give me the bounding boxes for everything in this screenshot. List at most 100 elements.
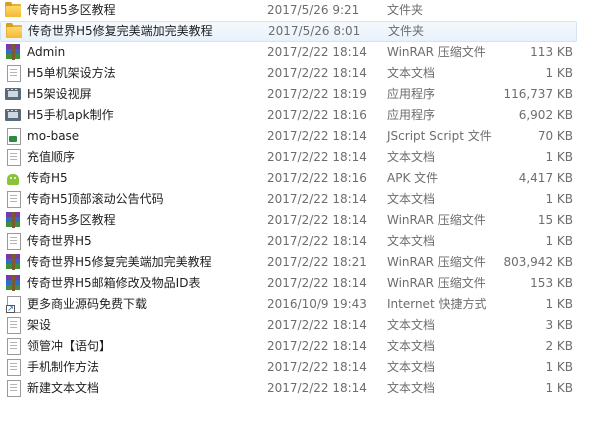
file-size: 1 KB (545, 234, 573, 248)
file-type: Internet 快捷方式 (387, 297, 487, 311)
file-type: WinRAR 压缩文件 (387, 255, 486, 269)
file-date-modified: 2017/2/22 18:14 (267, 129, 367, 143)
file-size: 1 KB (545, 297, 573, 311)
file-name[interactable]: 传奇世界H5邮箱修改及物品ID表 (27, 273, 200, 294)
file-size: 1 KB (545, 360, 573, 374)
file-size: 1 KB (545, 150, 573, 164)
file-row[interactable]: ↗ 更多商业源码免费下载 2016/10/9 19:43 Internet 快捷方式 1… (0, 294, 615, 315)
file-row[interactable]: 传奇H5 2017/2/22 18:16 APK 文件 4,417 KB (0, 168, 615, 189)
file-row[interactable]: 新建文本文档 2017/2/22 18:14 文本文档 1 KB (0, 378, 615, 399)
file-type: WinRAR 压缩文件 (387, 45, 486, 59)
file-name[interactable]: 领管冲【语句】 (27, 336, 111, 357)
file-size: 70 KB (537, 129, 573, 143)
winrar-archive-icon (5, 212, 21, 228)
file-type: 文本文档 (387, 381, 436, 395)
file-type: WinRAR 压缩文件 (387, 276, 486, 290)
file-date-modified: 2017/2/22 18:14 (267, 360, 367, 374)
file-name[interactable]: 更多商业源码免费下载 (27, 294, 147, 315)
text-document-icon (5, 338, 21, 355)
jscript-file-icon (5, 128, 21, 145)
file-date-modified: 2017/2/22 18:14 (267, 150, 367, 164)
file-type: 文件夹 (388, 24, 425, 38)
file-name[interactable]: Admin (27, 42, 65, 63)
file-size: 113 KB (530, 45, 573, 59)
file-row[interactable]: 传奇世界H5修复完美端加完美教程 2017/5/26 8:01 文件夹 (0, 21, 577, 42)
file-type: 文本文档 (387, 66, 436, 80)
file-name[interactable]: H5架设视屏 (27, 84, 92, 105)
text-document-icon (5, 233, 21, 250)
file-row[interactable]: 领管冲【语句】 2017/2/22 18:14 文本文档 2 KB (0, 336, 615, 357)
file-size: 116,737 KB (503, 87, 573, 101)
file-size: 2 KB (545, 339, 573, 353)
file-row[interactable]: 传奇世界H5 2017/2/22 18:14 文本文档 1 KB (0, 231, 615, 252)
internet-shortcut-icon: ↗ (5, 296, 21, 313)
file-type: APK 文件 (387, 171, 439, 185)
file-name[interactable]: 充值顺序 (27, 147, 75, 168)
file-name[interactable]: 手机制作方法 (27, 357, 99, 378)
winrar-archive-icon (5, 254, 21, 270)
file-date-modified: 2017/2/22 18:14 (267, 318, 367, 332)
file-date-modified: 2017/5/26 8:01 (268, 24, 361, 38)
file-name[interactable]: 传奇H5多区教程 (27, 0, 116, 21)
file-row[interactable]: 传奇H5多区教程 2017/5/26 9:21 文件夹 (0, 0, 615, 21)
file-date-modified: 2017/2/22 18:14 (267, 276, 367, 290)
file-name[interactable]: 传奇世界H5 (27, 231, 92, 252)
file-date-modified: 2017/2/22 18:14 (267, 192, 367, 206)
file-row[interactable]: H5架设视屏 2017/2/22 18:19 应用程序 116,737 KB (0, 84, 615, 105)
file-size: 1 KB (545, 192, 573, 206)
file-name[interactable]: mo-base (27, 126, 79, 147)
file-row[interactable]: 手机制作方法 2017/2/22 18:14 文本文档 1 KB (0, 357, 615, 378)
file-date-modified: 2017/2/22 18:14 (267, 45, 367, 59)
file-date-modified: 2017/2/22 18:14 (267, 213, 367, 227)
file-row[interactable]: 传奇世界H5修复完美端加完美教程 2017/2/22 18:21 WinRAR 压缩… (0, 252, 615, 273)
file-type: 文本文档 (387, 192, 436, 206)
file-type: JScript Script 文件 (387, 129, 492, 143)
file-type: 应用程序 (387, 108, 436, 122)
application-icon (5, 86, 21, 102)
text-document-icon (5, 149, 21, 166)
file-type: 文本文档 (387, 360, 436, 374)
file-row[interactable]: 传奇H5多区教程 2017/2/22 18:14 WinRAR 压缩文件 15 KB (0, 210, 615, 231)
android-apk-icon (5, 170, 21, 186)
file-size: 4,417 KB (518, 171, 573, 185)
file-row[interactable]: mo-base 2017/2/22 18:14 JScript Script 文件 7… (0, 126, 615, 147)
winrar-archive-icon (5, 275, 21, 291)
file-name[interactable]: 新建文本文档 (27, 378, 99, 399)
file-list: 传奇H5多区教程 2017/5/26 9:21 文件夹 传奇世界H5修复完美端加完美教… (0, 0, 615, 399)
file-name[interactable]: 传奇H5 (27, 168, 68, 189)
file-row[interactable]: H5单机架设方法 2017/2/22 18:14 文本文档 1 KB (0, 63, 615, 84)
file-size: 1 KB (545, 381, 573, 395)
file-row[interactable]: 传奇H5顶部滚动公告代码 2017/2/22 18:14 文本文档 1 KB (0, 189, 615, 210)
file-row[interactable]: 架设 2017/2/22 18:14 文本文档 3 KB (0, 315, 615, 336)
file-name[interactable]: 传奇H5顶部滚动公告代码 (27, 189, 164, 210)
file-row[interactable]: H5手机apk制作 2017/2/22 18:16 应用程序 6,902 KB (0, 105, 615, 126)
file-type: 文本文档 (387, 234, 436, 248)
file-row[interactable]: 充值顺序 2017/2/22 18:14 文本文档 1 KB (0, 147, 615, 168)
file-size: 6,902 KB (518, 108, 573, 122)
file-size: 15 KB (537, 213, 573, 227)
file-name[interactable]: 传奇世界H5修复完美端加完美教程 (27, 252, 212, 273)
folder-icon (6, 23, 22, 39)
file-name[interactable]: 架设 (27, 315, 51, 336)
file-name[interactable]: H5单机架设方法 (27, 63, 116, 84)
file-row[interactable]: Admin 2017/2/22 18:14 WinRAR 压缩文件 113 KB (0, 42, 615, 63)
file-type: 文件夹 (387, 3, 424, 17)
file-size: 3 KB (545, 318, 573, 332)
file-name[interactable]: 传奇世界H5修复完美端加完美教程 (28, 22, 213, 41)
file-date-modified: 2017/2/22 18:19 (267, 87, 367, 101)
file-name[interactable]: H5手机apk制作 (27, 105, 114, 126)
file-type: WinRAR 压缩文件 (387, 213, 486, 227)
file-size: 1 KB (545, 66, 573, 80)
winrar-archive-icon (5, 44, 21, 60)
file-date-modified: 2017/2/22 18:14 (267, 66, 367, 80)
file-name[interactable]: 传奇H5多区教程 (27, 210, 116, 231)
file-row[interactable]: 传奇世界H5邮箱修改及物品ID表 2017/2/22 18:14 WinRAR 压缩… (0, 273, 615, 294)
text-document-icon (5, 317, 21, 334)
text-document-icon (5, 191, 21, 208)
file-date-modified: 2017/5/26 9:21 (267, 3, 360, 17)
application-icon (5, 107, 21, 123)
text-document-icon (5, 65, 21, 82)
file-date-modified: 2017/2/22 18:16 (267, 171, 367, 185)
file-date-modified: 2016/10/9 19:43 (267, 297, 367, 311)
file-type: 应用程序 (387, 87, 436, 101)
